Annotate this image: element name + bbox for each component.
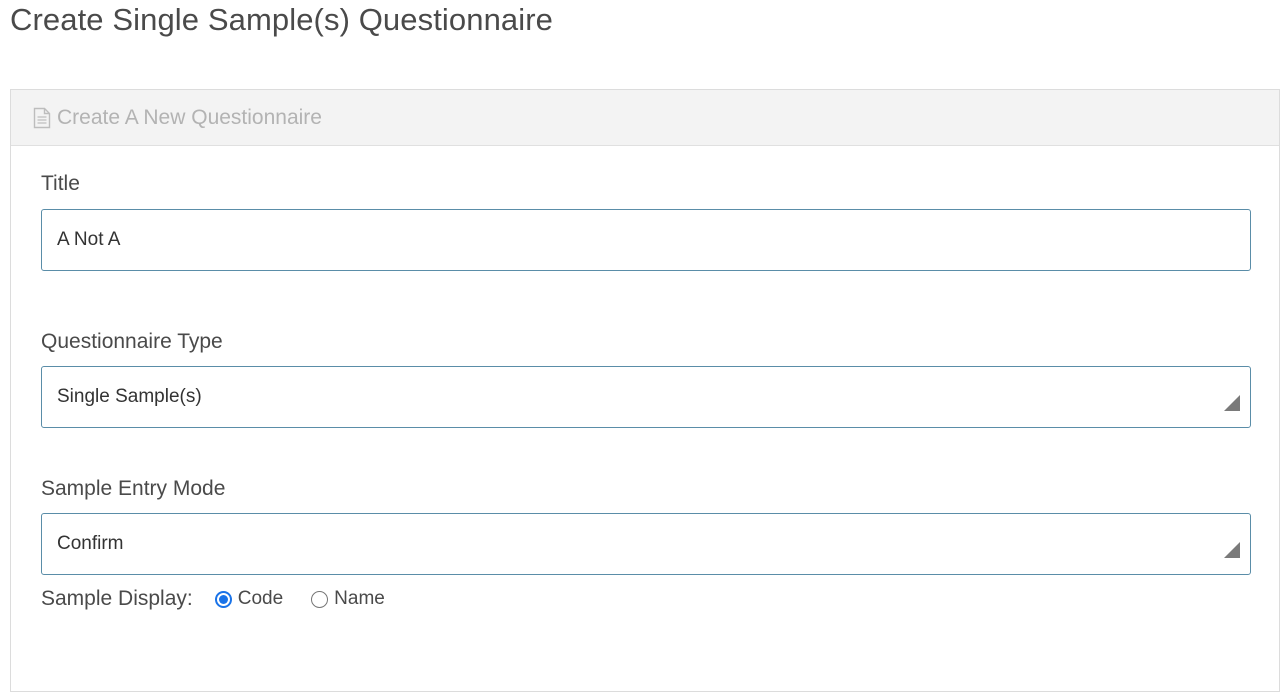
- questionnaire-type-select[interactable]: Single Sample(s): [41, 366, 1251, 428]
- sample-entry-mode-value: Confirm: [57, 533, 124, 554]
- page-title: Create Single Sample(s) Questionnaire: [10, 2, 554, 37]
- sample-entry-mode-label: Sample Entry Mode: [41, 477, 226, 500]
- name-radio-label: Name: [334, 588, 385, 609]
- panel-heading-label: Create A New Questionnaire: [57, 105, 322, 129]
- questionnaire-panel: Create A New Questionnaire Title Questio…: [10, 89, 1280, 692]
- code-radio-label: Code: [237, 588, 284, 609]
- document-icon: [33, 107, 51, 129]
- sample-display-group: Sample Display: Code Name: [41, 587, 385, 611]
- sample-display-name-option[interactable]: Name: [311, 588, 385, 610]
- questionnaire-type-label: Questionnaire Type: [41, 330, 223, 353]
- resize-corner-icon: [1224, 395, 1240, 411]
- code-radio[interactable]: [214, 590, 232, 608]
- title-input[interactable]: [57, 229, 1250, 251]
- title-field[interactable]: [41, 209, 1251, 271]
- panel-heading: Create A New Questionnaire: [11, 90, 1279, 146]
- title-label: Title: [41, 172, 80, 195]
- name-radio[interactable]: [311, 590, 329, 608]
- sample-display-label: Sample Display:: [41, 587, 193, 610]
- sample-display-code-option[interactable]: Code: [214, 588, 284, 610]
- questionnaire-type-value: Single Sample(s): [57, 386, 202, 407]
- sample-entry-mode-select[interactable]: Confirm: [41, 513, 1251, 575]
- resize-corner-icon: [1224, 542, 1240, 558]
